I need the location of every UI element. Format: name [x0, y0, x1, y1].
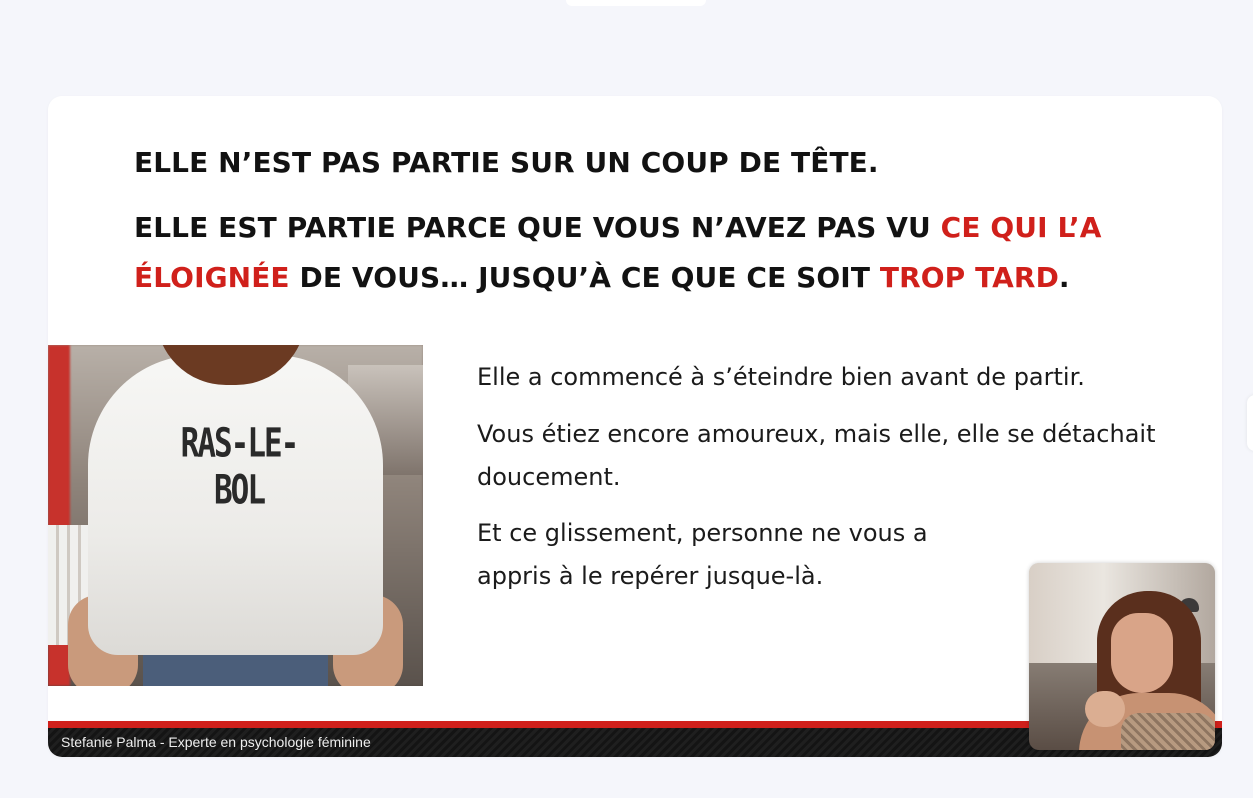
top-pill-handle — [566, 0, 706, 6]
woman-tshirt-photo: RAS-LE-BOL — [48, 345, 423, 686]
footer-author-text: Stefanie Palma - Experte en psychologie … — [61, 734, 371, 750]
side-panel-handle[interactable] — [1247, 395, 1253, 451]
slide-paragraph-3: Et ce glissement, personne ne vous a app… — [477, 519, 928, 590]
presenter-top — [1121, 713, 1215, 750]
slide-headline: ELLE N’EST PAS PARTIE SUR UN COUP DE TÊT… — [134, 146, 879, 179]
subheadline-text-3: . — [1058, 261, 1070, 294]
slide-paragraph-2: Vous étiez encore amoureux, mais elle, e… — [477, 420, 1156, 491]
presenter-webcam-video[interactable] — [1029, 563, 1215, 750]
subheadline-accent-2: TROP TARD — [879, 261, 1059, 294]
slide-paragraph-1: Elle a commencé à s’éteindre bien avant … — [477, 363, 1085, 391]
presenter-hand — [1085, 691, 1125, 727]
slide-subheadline: ELLE EST PARTIE PARCE QUE VOUS N’AVEZ PA… — [134, 203, 1134, 303]
subheadline-text-1: ELLE EST PARTIE PARCE QUE VOUS N’AVEZ PA… — [134, 211, 941, 244]
subheadline-text-2: DE VOUS… JUSQU’À CE QUE CE SOIT — [289, 261, 880, 294]
tshirt-print-text: RAS-LE-BOL — [180, 420, 300, 514]
presenter-face — [1111, 613, 1173, 693]
